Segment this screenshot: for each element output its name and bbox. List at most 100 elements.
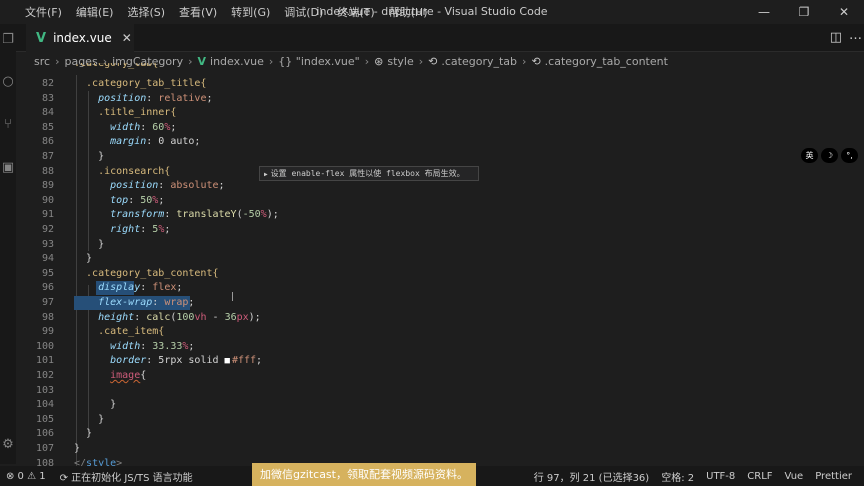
code-text: } [74,150,104,165]
line-number: 100 [35,340,54,352]
menu-item[interactable]: 调试(D) [277,4,330,20]
menu-item[interactable]: 选择(S) [120,4,172,20]
code-line: 84 .title_inner{ [16,106,864,121]
code-text: .title_inner{ [74,106,176,121]
line-number: 96 [41,282,54,294]
code-token: relative [158,92,207,104]
line-number: 99 [41,326,54,338]
code-line: 87 } [16,150,864,165]
code-token: transform [74,209,165,221]
code-text: } [74,413,104,428]
more-actions-icon[interactable]: … [849,28,862,43]
ime-moon-button[interactable]: ☽ [821,148,838,163]
encoding[interactable]: UTF-8 [706,471,735,482]
problems-indicator[interactable]: ⊗ 0 ⚠ 1 [6,471,46,482]
code-line: 105 } [16,413,864,428]
code-editor[interactable]: .category_tab{ 82 .category_tab_title{83… [16,61,864,466]
code-text: border: 5rpx solid ■ #fff; [74,354,262,369]
ime-punct-button[interactable]: °, [841,148,858,163]
code-line: 103 [16,384,864,399]
line-number: 86 [41,136,54,148]
code-token: ; [170,121,177,133]
code-line: 86 margin: 0 auto; [16,135,864,150]
code-token: : [158,180,171,192]
code-token: .category_tab_content{ [74,267,219,279]
line-number: 101 [35,355,54,367]
code-text: height: calc(100vh - 36px); [74,311,261,326]
code-line: 82 .category_tab_title{ [16,77,864,92]
title-bar: 文件(F) 编辑(E) 选择(S) 查看(V) 转到(G) 调试(D) 终端(T) 帮助(H)… [0,0,864,24]
code-token: right [74,224,141,235]
code-line: 89 position: absolute; [16,179,864,194]
menu-item[interactable]: 查看(V) [172,4,224,20]
menu-item[interactable]: 终端(T) [330,4,381,20]
expand-arrow-icon[interactable]: ▶ [264,171,268,178]
line-number: 88 [41,165,54,177]
code-line: 104 } [16,398,864,413]
source-control-icon[interactable]: ⑂ [0,117,16,135]
menu-item[interactable]: 文件(F) [18,4,69,20]
code-line: 92 right: 5%; [16,223,864,238]
line-number: 94 [41,253,54,265]
search-icon[interactable]: ○ [0,74,16,92]
code-token: width [74,340,141,352]
code-token: } [74,238,105,250]
code-token: 5rpx solid [158,355,225,367]
code-line: 91 transform: translateY(-50%); [16,208,864,223]
code-text: .cate_item{ [74,325,164,340]
end-of-line[interactable]: CRLF [747,471,772,482]
maximize-button[interactable]: ❐ [784,0,824,24]
line-number: 84 [41,107,54,119]
split-editor-icon[interactable]: ◫ [830,30,842,45]
code-token: } [74,151,105,162]
code-token: top [74,194,129,206]
explorer-icon[interactable]: ❐ [0,32,16,50]
code-token: ; [194,136,201,148]
line-number: 105 [35,413,54,425]
extensions-icon[interactable]: ▣ [0,160,16,178]
code-token: ; [256,355,263,367]
code-token: : [140,340,153,352]
code-text: transform: translateY(-50%); [74,208,279,223]
tab-index-vue[interactable]: V index.vue ✕ [26,24,134,52]
menu-bar: 文件(F) 编辑(E) 选择(S) 查看(V) 转到(G) 调试(D) 终端(T) 帮助(H) [0,0,435,24]
indentation[interactable]: 空格: 2 [661,469,694,484]
code-token: .category_tab_title{ [74,78,207,89]
close-window-button[interactable]: ✕ [824,0,864,24]
code-token: ; [176,282,183,294]
code-token: border [74,355,147,367]
formatter[interactable]: Prettier [815,471,852,482]
code-token: } [74,413,105,425]
code-token: position [74,180,159,192]
code-line: 96 display: flex; [16,281,864,296]
settings-gear-icon[interactable]: ⚙ [0,437,16,455]
code-token: 100 [176,311,195,323]
hover-text: 设置 enable-flex 属性以使 flexbox 布局生效。 [270,169,465,178]
code-token: > [116,457,123,466]
line-number: 98 [41,311,54,323]
code-text: } [74,238,104,253]
code-text: } [74,427,92,442]
line-number: 107 [35,443,54,454]
language-mode[interactable]: Vue [785,471,804,482]
menu-item[interactable]: 编辑(E) [69,4,121,20]
menu-item[interactable]: 转到(G) [224,4,277,20]
tab-bar: V index.vue ✕ ◫ … [16,24,864,52]
code-token: #fff [231,355,257,367]
line-number: 92 [41,224,54,235]
code-token: flex-wrap [74,297,153,308]
line-number: 102 [35,370,54,381]
tab-close-icon[interactable]: ✕ [122,31,132,45]
code-line: 97 flex-wrap: wrap; [16,296,864,311]
code-line: 94 } [16,252,864,267]
ime-language-button[interactable]: 英 [801,148,818,163]
line-number: 91 [41,209,54,221]
code-token: image [110,370,141,381]
menu-item[interactable]: 帮助(H) [382,4,435,20]
code-text: right: 5%; [74,223,170,238]
code-token: : [140,121,153,133]
line-number: 103 [35,384,54,396]
minimize-button[interactable]: — [744,0,784,24]
code-token: ); [266,209,279,221]
cursor-position[interactable]: 行 97，列 21 (已选择36) [534,469,650,484]
